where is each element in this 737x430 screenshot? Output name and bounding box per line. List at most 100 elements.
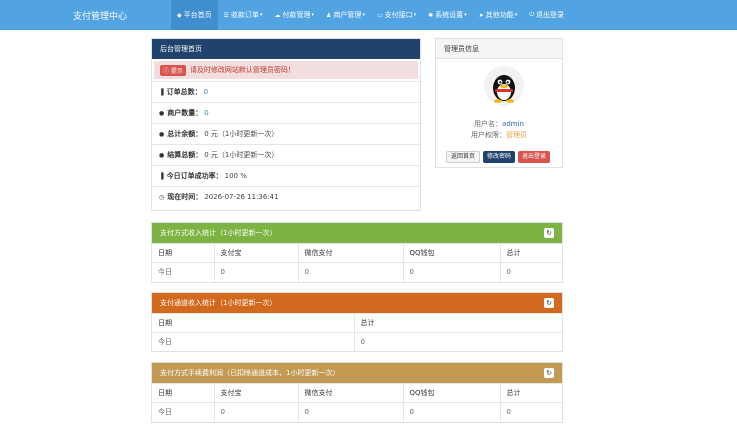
table-cell: 0 [499,262,562,282]
info-icon: ⓘ [163,67,171,75]
table-header: 支付宝 [213,243,298,263]
table-header: 日期 [152,313,354,333]
role-line: 用户权限：管理员 [436,130,562,140]
nav-label: 商户管理 [333,11,362,19]
bar-chart-icon: ▐ [159,172,164,180]
nav-item-pay-api[interactable]: ▭ 支付接口 ▾ [371,0,422,30]
nav-label: 退出登录 [535,11,564,19]
table-header-row: 日期 总计 [152,313,562,333]
panel-title: 管理员信息 [444,44,479,53]
rocket-icon: ➤ [478,11,484,19]
username-value: admin [502,120,524,128]
drop-icon: ● [159,109,165,117]
fee-profit-panel: 支付方式手续费利润（已扣除通道成本，1小时更新一次） ↻ 日期 支付宝 微信支付… [151,362,563,423]
table-cell: 0 [353,332,562,352]
stat-label: 总计余额： [167,130,203,138]
refresh-icon[interactable]: ↻ [544,298,554,308]
stat-label: 今日订单成功率： [166,172,223,180]
stat-settlement-total: ● 结算总额： 0 元（1小时更新一次） [152,144,420,165]
avatar [484,66,524,106]
table-header: QQ钱包 [402,383,500,403]
stats-table: 日期 支付宝 微信支付 QQ钱包 总计 今日 0 0 0 0 [152,383,562,422]
table-cell: 今日 [152,402,214,422]
table-header: 支付宝 [213,383,298,403]
stat-order-count: ▐ 订单总数： 0 [152,81,420,102]
nav-item-other[interactable]: ➤ 其他功能 ▾ [473,0,524,30]
warning-alert: ⓘ 提示 请及时修改网站默认管理员密码！ [154,61,418,79]
admin-info-panel: 管理员信息 用户名：admin 用户权限：管理员 返回首页 修改密码 退出登录 [435,38,563,168]
refresh-icon[interactable]: ↻ [544,368,554,378]
nav-item-merchants[interactable]: ♟ 商户管理 ▾ [320,0,371,30]
nav-item-home[interactable]: ◆ 平台首页 [171,0,218,30]
bar-chart-icon: ▐ [159,88,164,96]
panel-title: 支付通道收入统计（1小时更新一次） [160,299,277,307]
change-password-button[interactable]: 修改密码 [483,151,516,163]
logout-button[interactable]: 退出登录 [518,151,551,163]
power-icon: ⏻ [529,11,534,18]
nav-item-orders[interactable]: ☰ 收款订单 ▾ [218,0,269,30]
home-icon: ◆ [177,11,182,19]
table-cell: 0 [402,262,500,282]
back-home-button[interactable]: 返回首页 [446,151,481,163]
table-cell: 0 [499,402,562,422]
panel-heading: 管理员信息 [436,39,562,59]
stat-label: 商户数量： [167,109,203,117]
nav-label: 其他功能 [485,11,514,19]
brand-title[interactable]: 支付管理中心 [73,9,127,22]
table-header: 总计 [499,383,562,403]
stat-merchant-count: ● 商户数量： 0 [152,102,420,123]
stats-table: 日期 支付宝 微信支付 QQ钱包 总计 今日 0 0 0 0 [152,243,562,282]
panel-title: 后台管理首页 [160,45,202,53]
stats-table: 日期 总计 今日 0 [152,313,562,352]
channel-income-panel: 支付通道收入统计（1小时更新一次） ↻ 日期 总计 今日 0 [151,292,563,352]
admin-overview-panel: 后台管理首页 ⓘ 提示 请及时修改网站默认管理员密码！ ▐ 订单总数： 0 ● … [151,38,421,211]
top-navbar: 支付管理中心 ◆ 平台首页 ☰ 收款订单 ▾ ☁ 付款管理 ▾ ♟ 商户管理 ▾… [0,0,737,30]
table-header: 日期 [152,243,214,263]
nav-item-logout[interactable]: ⏻ 退出登录 [523,0,570,30]
table-cell: 今日 [152,332,354,352]
panel-title: 支付方式手续费利润（已扣除通道成本，1小时更新一次） [160,369,340,377]
panel-title: 支付方式收入统计（1小时更新一次） [160,229,277,237]
gear-icon: ✱ [428,11,434,19]
table-cell: 0 [297,402,403,422]
table-cell: 今日 [152,262,214,282]
drop-icon: ● [159,130,165,138]
table-row: 今日 0 [152,332,562,352]
table-header-row: 日期 支付宝 微信支付 QQ钱包 总计 [152,243,562,263]
table-header: 微信支付 [297,383,403,403]
caret-down-icon: ▾ [260,12,263,18]
nav-label: 平台首页 [183,11,212,19]
alert-badge-text: 提示 [170,67,183,75]
stat-value: 0 [204,109,209,117]
nav-item-payouts[interactable]: ☁ 付款管理 ▾ [269,0,321,30]
stat-label: 订单总数： [166,88,202,96]
user-icon: ♟ [326,11,332,19]
table-row: 今日 0 0 0 0 [152,402,562,422]
panel-heading: 后台管理首页 [152,39,420,59]
clock-icon: ◷ [159,193,165,201]
nav-label: 支付接口 [384,11,413,19]
drop-icon: ● [159,151,165,159]
user-actions: 返回首页 修改密码 退出登录 [446,151,551,163]
alert-badge: ⓘ 提示 [160,64,186,76]
refresh-icon[interactable]: ↻ [544,228,554,238]
stat-value: 0 [203,88,209,96]
role-label: 用户权限： [471,131,506,139]
table-cell: 0 [213,262,298,282]
username-line: 用户名：admin [436,119,562,129]
table-header: 总计 [499,243,562,263]
nav-label: 付款管理 [282,11,311,19]
panel-heading: 支付方式手续费利润（已扣除通道成本，1小时更新一次） ↻ [152,363,562,383]
card-icon: ▭ [376,11,383,19]
nav-label: 收款订单 [231,11,260,19]
stat-total-balance: ● 总计余额： 0 元（1小时更新一次） [152,123,420,144]
table-header-row: 日期 支付宝 微信支付 QQ钱包 总计 [152,383,562,403]
stat-value: 100 % [224,172,247,180]
nav-item-settings[interactable]: ✱ 系统设置 ▾ [422,0,473,30]
table-header: 日期 [152,383,214,403]
table-header: 总计 [353,313,562,333]
stat-value: 2026-07-26 11:36:41 [204,193,279,201]
username-label: 用户名： [474,120,503,128]
alert-text: 请及时修改网站默认管理员密码！ [189,66,295,74]
caret-down-icon: ▾ [413,12,417,18]
